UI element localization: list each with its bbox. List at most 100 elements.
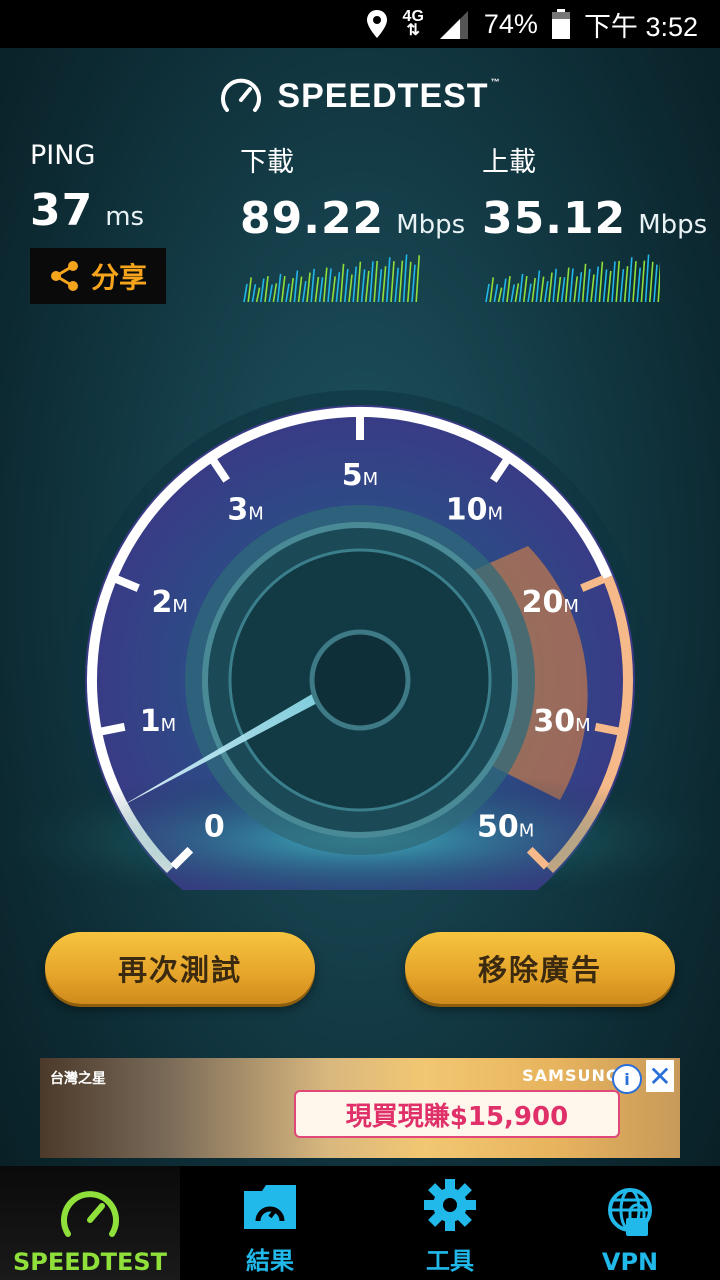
sparkline-bar: [335, 272, 341, 303]
retest-button[interactable]: 再次測試: [45, 932, 315, 1004]
tab-tools-label: 工具: [426, 1247, 474, 1275]
download-value: 89.22: [240, 193, 385, 244]
sparkline-bar: [247, 277, 252, 303]
share-label: 分享: [90, 261, 147, 294]
app-header: SPEEDTEST ™: [0, 74, 720, 118]
sparkline-bar: [527, 283, 532, 303]
sparkline-bar: [594, 266, 599, 303]
upload-sparkline: [485, 254, 660, 303]
ping-label: PING: [30, 140, 96, 171]
app-title: SPEEDTEST ™: [277, 76, 501, 115]
sparkline-bar: [268, 284, 273, 303]
speed-gauge: 01M2M3M5M10M20M30M50M: [0, 390, 720, 890]
gauge-tick: [100, 722, 126, 736]
ad-close-icon[interactable]: ✕: [646, 1060, 674, 1093]
sparkline-bar: [260, 278, 265, 303]
sparkline-bar: [407, 261, 412, 303]
sparkline-bar: [314, 276, 320, 303]
sparkline-bar: [569, 268, 574, 303]
sparkline-bar: [243, 283, 248, 303]
sparkline-bar: [565, 267, 570, 303]
globe-lock-icon: [608, 1188, 652, 1236]
sparkline-bar: [394, 267, 399, 303]
upload-value: 35.12: [482, 193, 627, 244]
sparkline-bar: [598, 261, 604, 303]
location-icon: [366, 10, 387, 38]
gear-icon: [424, 1179, 476, 1231]
upload-metric: 上載 35.12 Mbps: [482, 140, 707, 244]
ping-metric: PING 37 ms: [30, 140, 144, 236]
sparkline-bar: [590, 274, 595, 303]
sparkline-bar: [365, 270, 370, 303]
tab-speedtest-label: SPEEDTEST: [12, 1248, 167, 1276]
ad-brand: SAMSUNG: [522, 1066, 620, 1085]
sparkline-bar: [636, 267, 641, 303]
sparkline-bar: [556, 276, 562, 303]
bottom-nav: SPEEDTEST 結果 工具 VPN: [0, 1166, 720, 1280]
sparkline-bar: [390, 261, 395, 303]
ad-info-icon[interactable]: i: [612, 1064, 642, 1094]
sparkline-bar: [657, 261, 660, 303]
status-bar: 4G ⇅ 74% 下午 3:52: [0, 0, 720, 48]
signal-icon: [439, 11, 468, 39]
tab-speedtest[interactable]: SPEEDTEST: [0, 1166, 180, 1280]
tab-vpn[interactable]: VPN: [540, 1166, 720, 1280]
network-indicator: 4G ⇅: [402, 8, 424, 39]
sparkline-bar: [619, 269, 625, 303]
sparkline-bar: [285, 283, 290, 303]
sparkline-bar: [310, 268, 315, 303]
remove-ads-button[interactable]: 移除廣告: [405, 932, 675, 1004]
download-sparkline: [243, 254, 420, 303]
sparkline-bar: [251, 284, 257, 303]
sparkline-bar: [632, 261, 637, 303]
sparkline-bar: [653, 264, 658, 303]
sparkline-bar: [615, 260, 620, 303]
sparkline-bar: [523, 275, 528, 303]
sparkline-bar: [281, 275, 286, 303]
sparkline-bar: [272, 283, 278, 303]
gauge-tick-label: 0: [204, 810, 225, 845]
sparkline-bar: [339, 263, 345, 303]
download-label: 下載: [240, 147, 294, 178]
tab-tools[interactable]: 工具: [360, 1166, 540, 1280]
upload-unit: Mbps: [638, 210, 708, 240]
sparkline-bar: [415, 255, 420, 303]
sparkline-bar: [293, 270, 299, 303]
sparkline-bar: [264, 276, 269, 303]
sparkline-bar: [255, 287, 261, 303]
sparkline-bar: [581, 263, 587, 303]
sparkline-bar: [276, 273, 282, 303]
sparkline-bar: [573, 276, 578, 303]
sparkline-bar: [289, 277, 294, 303]
sparkline-bar: [548, 272, 553, 303]
sparkline-bar: [644, 254, 650, 303]
sparkline-bar: [373, 260, 378, 303]
sparkline-bar: [623, 266, 629, 303]
sparkline-bar: [411, 264, 416, 303]
sparkline-bar: [398, 260, 404, 303]
ad-promo[interactable]: 現買現賺$15,900: [294, 1090, 620, 1138]
share-icon: [50, 261, 78, 291]
sparkline-bar: [602, 269, 608, 303]
ad-banner[interactable]: 台灣之星 SAMSUNG 現買現賺$15,900 i ✕: [40, 1058, 680, 1158]
sparkline-bar: [344, 268, 349, 303]
sparkline-bar: [544, 281, 549, 303]
sparkline-bar: [297, 276, 303, 303]
sparkline-bar: [552, 268, 557, 303]
tab-results[interactable]: 結果: [180, 1166, 360, 1280]
sparkline-bar: [386, 257, 391, 303]
sparkline-bar: [607, 270, 612, 303]
results-folder-icon: [244, 1185, 296, 1229]
tab-results-label: 結果: [246, 1247, 294, 1275]
speedtest-logo-icon: [221, 78, 262, 112]
sparkline-bar: [649, 261, 654, 303]
sparkline-bar: [489, 277, 494, 303]
sparkline-bar: [356, 261, 362, 303]
download-unit: Mbps: [396, 210, 466, 240]
speedometer-icon: [61, 1191, 119, 1237]
gauge-tick: [594, 722, 620, 736]
sparkline-bar: [539, 276, 545, 303]
share-button[interactable]: 分享: [30, 248, 166, 304]
sparkline-bar: [302, 281, 307, 303]
battery-icon: [551, 9, 570, 39]
